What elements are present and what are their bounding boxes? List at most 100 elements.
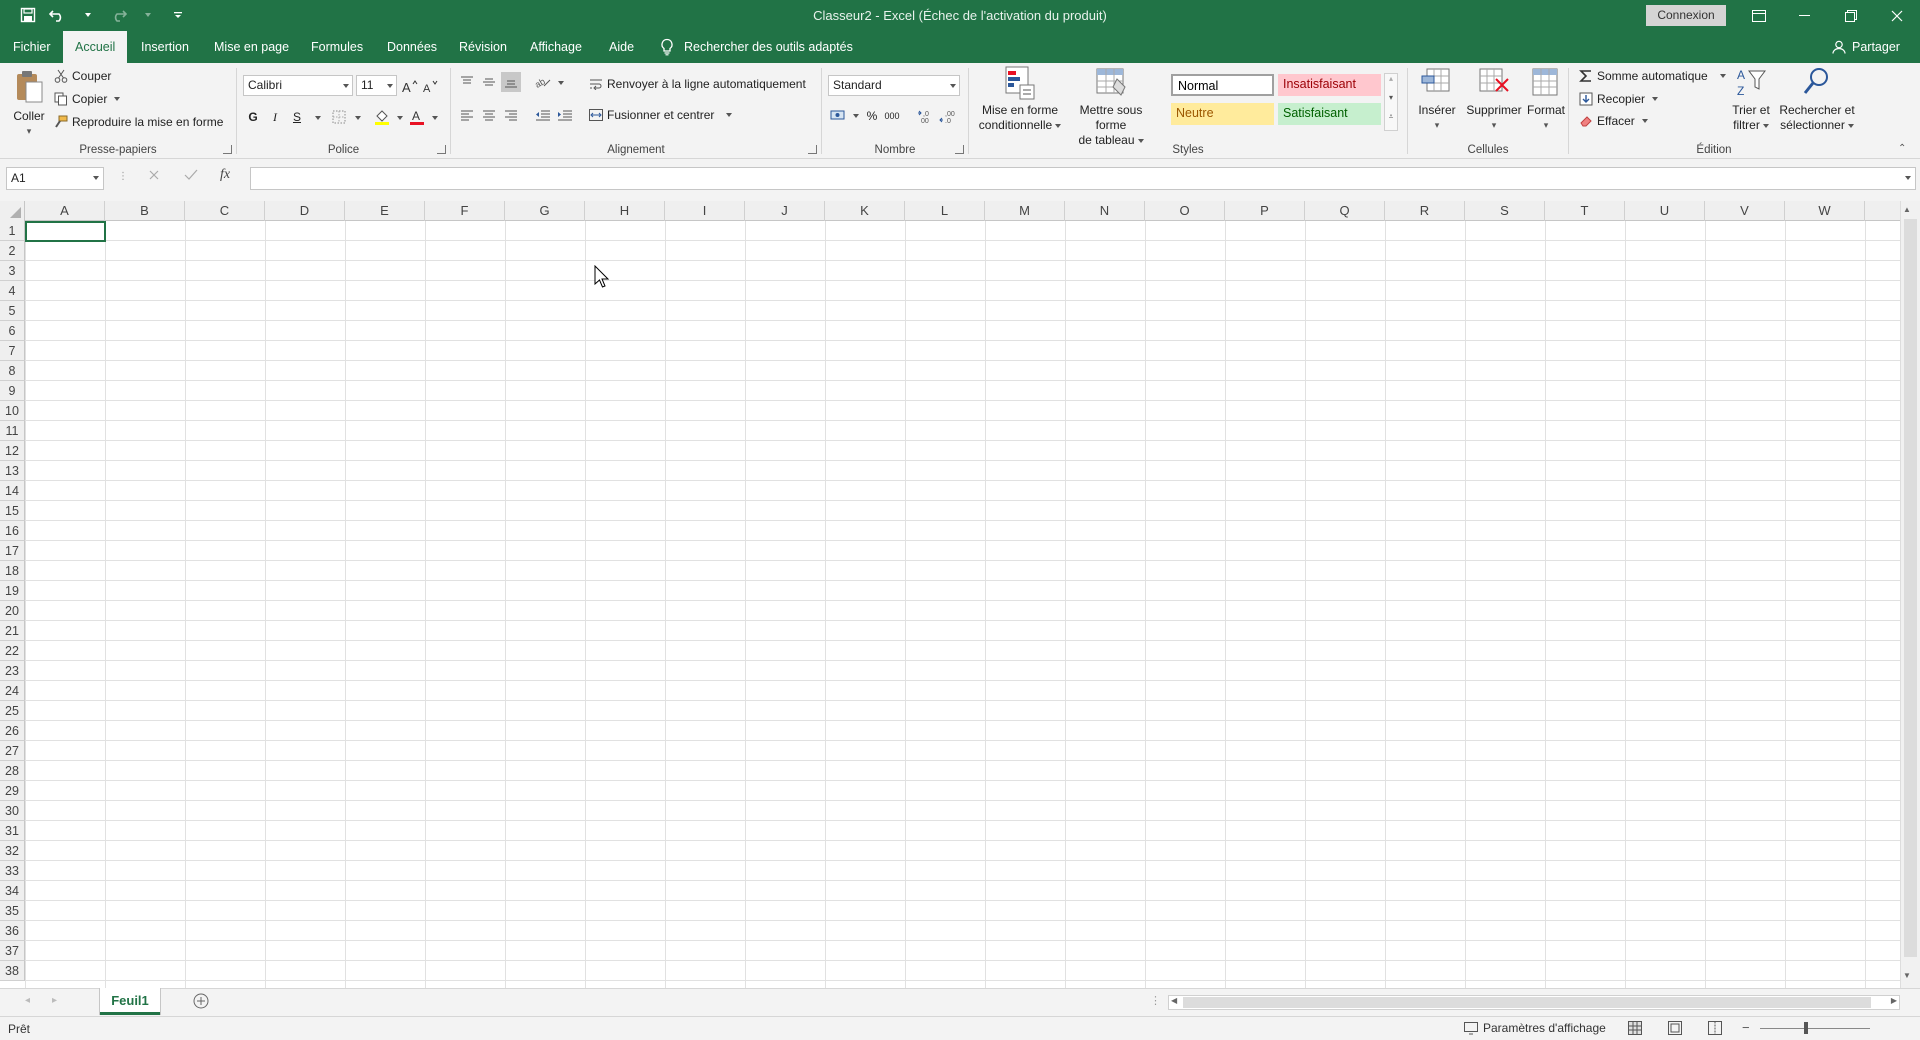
increase-indent-icon[interactable]: [555, 105, 575, 125]
page-break-view-icon[interactable]: [1708, 1021, 1722, 1035]
column-header[interactable]: L: [905, 201, 985, 221]
style-bad[interactable]: Insatisfaisant: [1278, 74, 1381, 96]
row-header[interactable]: 38: [0, 961, 25, 981]
column-header[interactable]: O: [1145, 201, 1225, 221]
cells-area[interactable]: [25, 221, 1900, 988]
row-header[interactable]: 37: [0, 941, 25, 961]
row-header[interactable]: 2: [0, 241, 25, 261]
column-header[interactable]: Q: [1305, 201, 1385, 221]
sort-filter-button[interactable]: AZ Trier et filtrer: [1729, 65, 1773, 133]
row-header[interactable]: 15: [0, 501, 25, 521]
row-header[interactable]: 8: [0, 361, 25, 381]
row-header[interactable]: 23: [0, 661, 25, 681]
column-header[interactable]: F: [425, 201, 505, 221]
row-header[interactable]: 31: [0, 821, 25, 841]
align-middle-icon[interactable]: [479, 72, 499, 92]
column-header[interactable]: E: [345, 201, 425, 221]
column-header[interactable]: N: [1065, 201, 1145, 221]
clear-button[interactable]: Effacer: [1579, 114, 1648, 128]
fill-color-dropdown-icon[interactable]: [397, 116, 403, 120]
row-header[interactable]: 9: [0, 381, 25, 401]
tab-fichier[interactable]: Fichier: [1, 31, 63, 63]
zoom-slider[interactable]: [1760, 1028, 1870, 1029]
column-header[interactable]: R: [1385, 201, 1465, 221]
undo-dropdown-icon[interactable]: [78, 5, 98, 25]
scroll-left-icon[interactable]: ◀: [1171, 996, 1177, 1005]
font-color-icon[interactable]: A: [407, 107, 427, 127]
font-name-select[interactable]: Calibri: [243, 75, 353, 96]
row-header[interactable]: 7: [0, 341, 25, 361]
zoom-out-icon[interactable]: −: [1742, 1020, 1750, 1035]
tab-formules[interactable]: Formules: [299, 31, 375, 63]
save-icon[interactable]: [18, 5, 38, 25]
insert-function-button[interactable]: fx: [220, 167, 230, 183]
row-header[interactable]: 12: [0, 441, 25, 461]
clear-dropdown-icon[interactable]: [1641, 119, 1648, 123]
align-bottom-icon[interactable]: [501, 72, 521, 92]
bold-button[interactable]: G: [243, 107, 263, 127]
sheet-tab-feuil1[interactable]: Feuil1: [100, 988, 160, 1015]
format-as-table-button[interactable]: Mettre sous forme de tableau: [1065, 65, 1157, 148]
align-right-icon[interactable]: [501, 105, 521, 125]
column-header[interactable]: V: [1705, 201, 1785, 221]
horizontal-scrollbar[interactable]: ◀ ▶: [1168, 995, 1900, 1010]
borders-dropdown-icon[interactable]: [355, 116, 361, 120]
decrease-indent-icon[interactable]: [533, 105, 553, 125]
font-size-select[interactable]: 11: [356, 75, 397, 96]
comma-style-button[interactable]: 000: [882, 106, 902, 126]
fill-color-icon[interactable]: [372, 107, 392, 127]
clipboard-launcher-icon[interactable]: [223, 145, 232, 154]
select-all-button[interactable]: [0, 201, 25, 221]
column-header[interactable]: K: [825, 201, 905, 221]
row-header[interactable]: 16: [0, 521, 25, 541]
format-dropdown-icon[interactable]: ▾: [1524, 118, 1568, 133]
increase-font-size-icon[interactable]: A: [400, 76, 420, 96]
merge-center-button[interactable]: Fusionner et centrer: [589, 108, 733, 122]
row-header[interactable]: 24: [0, 681, 25, 701]
column-header[interactable]: P: [1225, 201, 1305, 221]
expand-formula-icon[interactable]: [1905, 176, 1911, 180]
row-header[interactable]: 18: [0, 561, 25, 581]
tab-accueil[interactable]: Accueil: [63, 31, 128, 63]
borders-icon[interactable]: [329, 107, 349, 127]
italic-button[interactable]: I: [265, 107, 285, 127]
increase-decimal-icon[interactable]: ,0 00: [916, 106, 936, 126]
delete-dropdown-icon[interactable]: ▾: [1464, 118, 1524, 133]
gallery-down-icon[interactable]: ▾: [1385, 93, 1397, 112]
delete-cells-button[interactable]: Supprimer ▾: [1464, 65, 1524, 133]
normal-view-icon[interactable]: [1628, 1021, 1642, 1035]
scroll-right-icon[interactable]: ▶: [1891, 996, 1897, 1005]
column-header[interactable]: H: [585, 201, 665, 221]
merge-dropdown-icon[interactable]: [726, 113, 733, 117]
close-icon[interactable]: [1874, 0, 1920, 31]
fill-button[interactable]: Recopier: [1579, 92, 1659, 106]
column-header[interactable]: W: [1785, 201, 1865, 221]
currency-format-icon[interactable]: [828, 105, 848, 125]
column-header[interactable]: M: [985, 201, 1065, 221]
row-header[interactable]: 3: [0, 261, 25, 281]
vertical-scrollbar[interactable]: ▲ ▼: [1900, 201, 1920, 988]
row-header[interactable]: 29: [0, 781, 25, 801]
orientation-dropdown-icon[interactable]: [558, 81, 564, 85]
column-header[interactable]: A: [25, 201, 105, 221]
paste-dropdown-icon[interactable]: ▾: [6, 124, 52, 139]
name-box-dropdown-icon[interactable]: [93, 176, 99, 180]
column-header[interactable]: G: [505, 201, 585, 221]
vertical-scroll-thumb[interactable]: [1904, 219, 1917, 957]
column-header[interactable]: D: [265, 201, 345, 221]
page-layout-view-icon[interactable]: [1668, 1021, 1682, 1035]
next-sheet-icon[interactable]: ▸: [52, 995, 57, 1006]
share-button[interactable]: Partager: [1832, 31, 1900, 63]
column-header[interactable]: I: [665, 201, 745, 221]
row-header[interactable]: 4: [0, 281, 25, 301]
new-sheet-icon[interactable]: [193, 993, 209, 1009]
font-launcher-icon[interactable]: [437, 145, 446, 154]
row-header[interactable]: 6: [0, 321, 25, 341]
number-format-select[interactable]: Standard: [828, 75, 960, 96]
row-header[interactable]: 1: [0, 221, 25, 241]
cut-button[interactable]: Couper: [54, 69, 111, 83]
row-header[interactable]: 27: [0, 741, 25, 761]
column-header[interactable]: T: [1545, 201, 1625, 221]
decrease-font-size-icon[interactable]: A: [421, 76, 441, 96]
redo-icon[interactable]: [108, 5, 128, 25]
